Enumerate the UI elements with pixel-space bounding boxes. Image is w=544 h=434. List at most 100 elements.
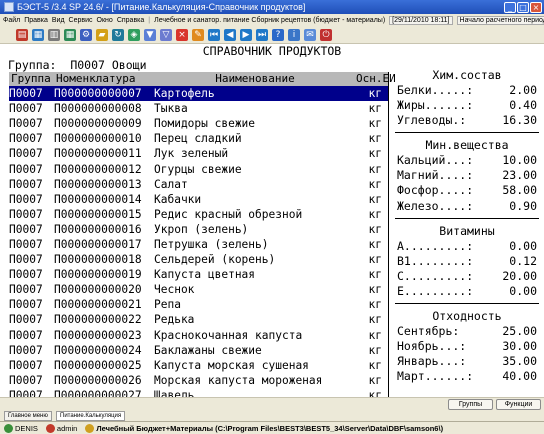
- table-row[interactable]: П0007 П000000000024 Баклажаны свежие кг: [9, 343, 388, 358]
- cell-nomenclature: П000000000025: [54, 358, 142, 372]
- table-row[interactable]: П0007 П000000000010 Перец сладкий кг: [9, 131, 388, 146]
- waste-title: Отходность: [432, 309, 502, 324]
- table-row[interactable]: П0007 П000000000023 Краснокочанная капуста…: [9, 328, 388, 343]
- waste-value: 25.00: [502, 324, 537, 339]
- cell-nomenclature: П000000000009: [54, 117, 142, 131]
- table-row[interactable]: П0007 П000000000016 Укроп (зелень) кг: [9, 222, 388, 237]
- minerals-row: Магний....: 23.00: [395, 168, 539, 183]
- table-row[interactable]: П0007 П000000000022 Редька кг: [9, 312, 388, 327]
- print-icon[interactable]: ▤: [16, 28, 28, 41]
- table-row[interactable]: П0007 П000000000017 Петрушка (зелень) кг: [9, 237, 388, 252]
- groups-button[interactable]: Группы: [448, 399, 493, 410]
- menu-view[interactable]: Вид: [52, 17, 65, 24]
- products-table: Группа Номенклатура Наименование Осн.ЕИ …: [9, 72, 396, 403]
- cell-group: П0007: [9, 373, 43, 387]
- info-icon[interactable]: i: [288, 28, 300, 41]
- close-icon[interactable]: ×: [530, 1, 542, 13]
- cell-name: Тыква: [154, 102, 188, 116]
- table-row[interactable]: П0007 П000000000014 Кабачки кг: [9, 192, 388, 207]
- waste-label: Ноябрь...:: [397, 339, 467, 354]
- minerals-title: Мин.вещества: [425, 138, 509, 153]
- menu-file[interactable]: Файл: [3, 17, 20, 24]
- user-icon: [45, 423, 55, 433]
- exit-icon[interactable]: ⏻: [320, 28, 332, 41]
- cell-unit: кг: [368, 343, 382, 357]
- chem-value: 0.40: [509, 98, 537, 113]
- table-row[interactable]: П0007 П000000000007 Картофель кг: [9, 86, 388, 102]
- cell-unit: кг: [368, 328, 382, 342]
- table-row[interactable]: П0007 П000000000025 Капуста морская сушена…: [9, 358, 388, 373]
- cell-unit: кг: [368, 373, 382, 387]
- table-row[interactable]: П0007 П000000000012 Огурцы свежие кг: [9, 161, 388, 176]
- first-record-icon[interactable]: ⏮: [208, 28, 220, 41]
- calculator-icon[interactable]: ▦: [32, 28, 44, 41]
- table-row[interactable]: П0007 П000000000008 Тыква кг: [9, 101, 388, 116]
- tab-calculation[interactable]: Питание.Калькуляция: [56, 411, 126, 421]
- cell-name: Капуста морская сушеная: [154, 358, 309, 372]
- help-icon[interactable]: ?: [272, 28, 284, 41]
- maximize-icon[interactable]: □: [517, 1, 529, 13]
- last-record-icon[interactable]: ⏭: [256, 28, 268, 41]
- table-body: П0007 П000000000007 Картофель кг П0007 П00000…: [9, 86, 388, 403]
- cell-name: Кабачки: [154, 192, 202, 206]
- header-unit[interactable]: Осн.ЕИ: [356, 72, 396, 86]
- cell-group: П0007: [9, 343, 43, 357]
- minerals-value: 10.00: [502, 153, 537, 168]
- waste-row: Март......: 40.00: [395, 369, 539, 384]
- menu-service[interactable]: Сервис: [69, 17, 93, 24]
- minerals-value: 0.90: [509, 198, 537, 213]
- table-row[interactable]: П0007 П000000000021 Репа кг: [9, 297, 388, 312]
- table-row[interactable]: П0007 П000000000011 Лук зеленый кг: [9, 146, 388, 161]
- folder-icon[interactable]: ▰: [96, 28, 108, 41]
- next-record-icon[interactable]: ▶: [240, 28, 252, 41]
- header-nomenclature[interactable]: Номенклатура: [54, 72, 152, 86]
- functions-button[interactable]: Функции: [496, 399, 541, 410]
- prev-record-icon[interactable]: ◀: [224, 28, 236, 41]
- table-row[interactable]: П0007 П000000000018 Сельдерей (корень) кг: [9, 252, 388, 267]
- network-icon[interactable]: ◈: [128, 28, 140, 41]
- group-label: Группа:: [8, 58, 57, 72]
- table-row[interactable]: П0007 П000000000009 Помидоры свежие кг: [9, 116, 388, 131]
- divider: [395, 132, 539, 134]
- table-row[interactable]: П0007 П000000000026 Морская капуста мороже…: [9, 373, 388, 388]
- vitamins-value: 0.00: [509, 283, 537, 298]
- product-directory-screen: СПРАВОЧНИК ПРОДУКТОВ Группа: П0007 Овощи…: [0, 44, 544, 402]
- refresh-icon[interactable]: ↻: [112, 28, 124, 41]
- tab-main-menu[interactable]: Главное меню: [4, 411, 52, 421]
- table-right-border: [388, 72, 389, 397]
- table-row[interactable]: П0007 П000000000013 Салат кг: [9, 177, 388, 192]
- table-row[interactable]: П0007 П000000000020 Чеснок кг: [9, 282, 388, 297]
- cell-nomenclature: П000000000018: [54, 253, 142, 267]
- cell-unit: кг: [368, 207, 382, 221]
- vitamins-title: Витамины: [439, 223, 495, 238]
- cell-group: П0007: [9, 177, 43, 191]
- menu-edit[interactable]: Правка: [24, 17, 48, 24]
- filter-edit-icon[interactable]: ▽: [160, 28, 172, 41]
- delete-icon[interactable]: ×: [176, 28, 188, 41]
- header-name[interactable]: Наименование: [152, 72, 356, 86]
- vitamins-value: 0.00: [509, 238, 537, 253]
- cell-name: Салат: [154, 177, 188, 191]
- page-title: СПРАВОЧНИК ПРОДУКТОВ: [202, 44, 342, 58]
- printer-icon[interactable]: ▥: [48, 28, 60, 41]
- minerals-label: Магний....:: [397, 168, 474, 183]
- spreadsheet-icon[interactable]: ▦: [64, 28, 76, 41]
- cell-nomenclature: П000000000024: [54, 343, 142, 357]
- cell-name: Редис красный обрезной: [154, 207, 303, 221]
- header-group[interactable]: Группа: [9, 72, 54, 86]
- cell-name: Редька: [154, 313, 195, 327]
- cell-unit: кг: [368, 313, 382, 327]
- settings-icon[interactable]: ⚙: [80, 28, 92, 41]
- tools-icon[interactable]: ✎: [192, 28, 204, 41]
- filter-icon[interactable]: ▼: [144, 28, 156, 41]
- table-row[interactable]: П0007 П000000000019 Капуста цветная кг: [9, 267, 388, 282]
- waste-row: Ноябрь...: 30.00: [395, 339, 539, 354]
- menu-window[interactable]: Окно: [97, 17, 113, 24]
- mail-icon[interactable]: ✉: [304, 28, 316, 41]
- waste-label: Январь...:: [397, 354, 467, 369]
- minimize-icon[interactable]: _: [504, 1, 516, 13]
- toolbar: ▤ ▦ ▥ ▦ ⚙ ▰ ↻ ◈ ▼ ▽ × ✎ ⏮ ◀ ▶ ⏭ ? i ✉ ⏻: [0, 26, 544, 44]
- table-row[interactable]: П0007 П000000000015 Редис красный обрезной…: [9, 207, 388, 222]
- cell-nomenclature: П000000000013: [54, 177, 142, 191]
- menu-help[interactable]: Справка: [117, 17, 144, 24]
